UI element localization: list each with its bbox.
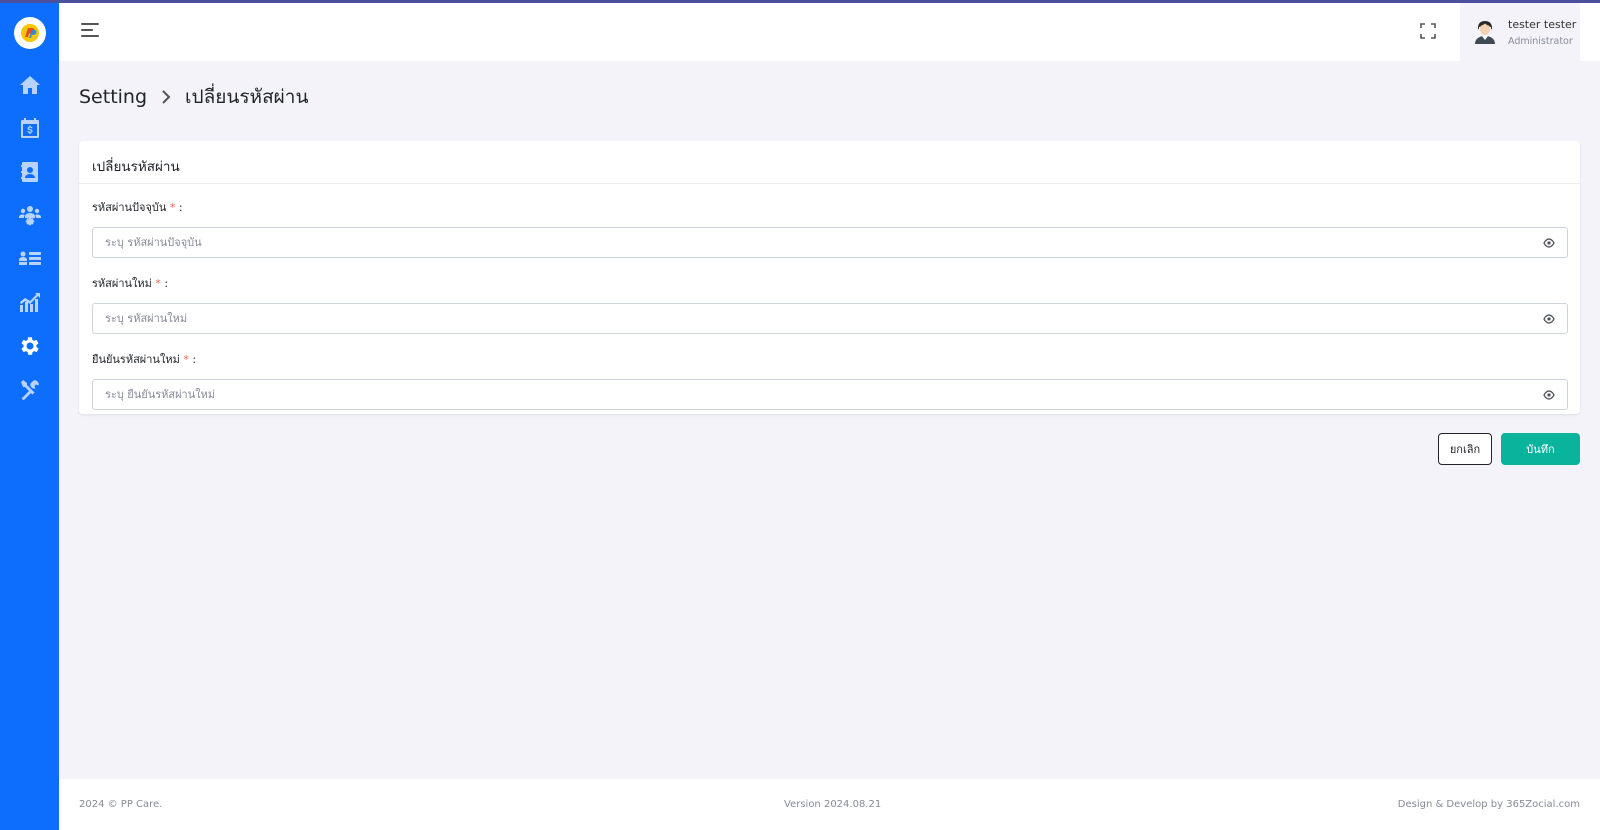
new-password-label: รหัสผ่านใหม่ * :: [92, 274, 1567, 292]
hamburger-line: [81, 23, 99, 25]
breadcrumb-parent[interactable]: Setting: [79, 86, 147, 108]
save-button[interactable]: บันทึก: [1501, 433, 1580, 465]
chevron-right-icon: [162, 90, 171, 104]
label-colon: :: [164, 277, 169, 290]
sidebar-item-user-list[interactable]: [0, 237, 59, 281]
hamburger-line: [81, 29, 93, 31]
sidebar-item-settings[interactable]: [0, 324, 59, 368]
new-password-group: รหัสผ่านใหม่ * :: [92, 274, 1568, 334]
breadcrumb-current: เปลี่ยนรหัสผ่าน: [185, 86, 309, 108]
eye-icon[interactable]: [1543, 314, 1555, 324]
footer-version: Version 2024.08.21: [784, 799, 882, 810]
calendar-dollar-icon: [20, 118, 39, 139]
pp-care-logo[interactable]: [13, 17, 46, 49]
user-role: Administrator: [1508, 35, 1573, 47]
sidebar-item-billing[interactable]: [0, 107, 59, 151]
sidebar-item-reports[interactable]: [0, 281, 59, 325]
home-icon: [19, 75, 40, 94]
breadcrumb: Setting เปลี่ยนรหัสผ่าน: [79, 82, 308, 112]
sidebar-item-tools[interactable]: [0, 368, 59, 412]
top-header: tester tester Administrator: [59, 3, 1600, 61]
current-password-input[interactable]: [93, 228, 1567, 257]
eye-icon[interactable]: [1543, 390, 1555, 400]
label-colon: :: [178, 201, 183, 214]
contact-book-icon: [20, 161, 38, 182]
confirm-password-label: ยืนยันรหัสผ่านใหม่ * :: [92, 350, 1567, 368]
chart-icon: [19, 293, 40, 313]
user-info: tester tester Administrator: [1508, 18, 1576, 47]
users-gear-icon: [18, 206, 41, 226]
user-profile-dropdown[interactable]: tester tester Administrator: [1460, 3, 1580, 61]
label-text: รหัสผ่านใหม่: [92, 277, 152, 290]
card-title: เปลี่ยนรหัสผ่าน: [79, 141, 1580, 184]
required-mark: *: [155, 277, 161, 290]
footer: 2024 © PP Care. Version 2024.08.21 Desig…: [59, 779, 1600, 830]
new-password-wrap: [92, 303, 1568, 334]
change-password-card: เปลี่ยนรหัสผ่าน รหัสผ่านปัจจุบัน * : รหั…: [79, 141, 1580, 414]
current-password-wrap: [92, 227, 1568, 258]
eye-icon[interactable]: [1543, 238, 1555, 248]
sidebar-item-contacts[interactable]: [0, 150, 59, 194]
new-password-input[interactable]: [93, 304, 1567, 333]
hamburger-line: [81, 35, 99, 37]
confirm-password-group: ยืนยันรหัสผ่านใหม่ * :: [92, 350, 1568, 410]
required-mark: *: [169, 201, 176, 214]
top-accent-line: [0, 0, 1600, 3]
current-password-group: รหัสผ่านปัจจุบัน * :: [92, 198, 1568, 258]
label-text: รหัสผ่านปัจจุบัน: [92, 201, 167, 214]
footer-credit: Design & Develop by 365Zocial.com: [1397, 799, 1580, 810]
sidebar: [0, 0, 59, 830]
required-mark: *: [183, 353, 189, 366]
sidebar-item-home[interactable]: [0, 63, 59, 107]
fullscreen-icon[interactable]: [1420, 23, 1436, 39]
card-body: รหัสผ่านปัจจุบัน * : รหัสผ่านใหม่ * : ยื…: [79, 184, 1580, 410]
logo-icon: [20, 24, 39, 42]
gear-icon: [20, 336, 39, 355]
current-password-label: รหัสผ่านปัจจุบัน * :: [92, 198, 1567, 216]
label-text: ยืนยันรหัสผ่านใหม่: [92, 353, 180, 366]
cancel-button[interactable]: ยกเลิก: [1438, 433, 1492, 465]
user-name: tester tester: [1508, 17, 1577, 31]
confirm-password-input[interactable]: [93, 380, 1567, 409]
avatar: [1475, 21, 1495, 44]
menu-toggle-button[interactable]: [81, 23, 99, 39]
user-list-icon: [18, 251, 41, 265]
footer-copyright: 2024 © PP Care.: [79, 799, 163, 810]
sidebar-item-team[interactable]: [0, 194, 59, 238]
label-colon: :: [192, 353, 197, 366]
tools-icon: [20, 380, 39, 401]
confirm-password-wrap: [92, 379, 1568, 410]
